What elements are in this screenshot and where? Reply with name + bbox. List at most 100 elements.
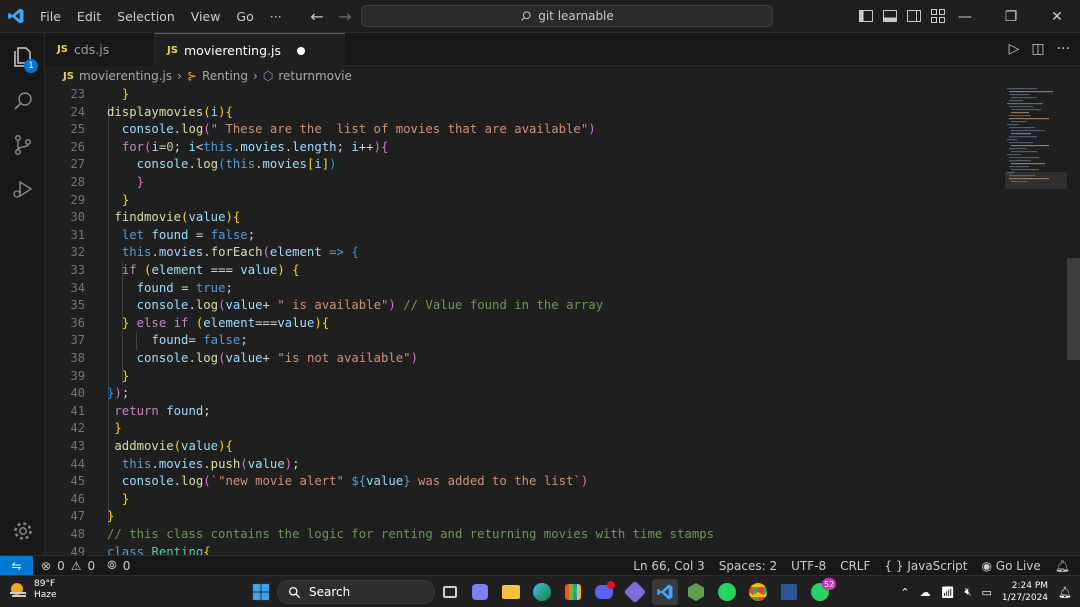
breadcrumb-class[interactable]: Renting (202, 69, 248, 83)
menu-file[interactable]: File (32, 0, 69, 33)
line-number: 24 (70, 104, 85, 119)
javascript-file-icon: JS (63, 70, 74, 82)
vertical-scrollbar[interactable] (1067, 86, 1080, 555)
weather-widget[interactable]: 89°F Haze (8, 579, 57, 601)
unsaved-dot-icon[interactable] (297, 46, 305, 55)
menu-selection[interactable]: Selection (109, 0, 183, 33)
command-center-search[interactable]: git learnable (361, 5, 773, 27)
menu-view[interactable]: View (183, 0, 229, 33)
split-editor-icon[interactable]: ◫ (1031, 41, 1044, 57)
search-icon (288, 586, 301, 598)
vscode-taskbar-app[interactable] (652, 579, 678, 605)
menu-edit[interactable]: Edit (69, 0, 109, 33)
toggle-panel-icon[interactable] (882, 8, 898, 24)
task-view-icon (443, 586, 457, 598)
error-count: 0 (57, 558, 65, 573)
search-icon (13, 92, 32, 110)
nodejs-app[interactable] (683, 579, 709, 605)
taskbar-search[interactable]: Search (277, 580, 435, 604)
scrollbar-thumb[interactable] (1067, 258, 1080, 360)
go-live-button[interactable]: ◉ Go Live (981, 559, 1040, 573)
run-debug-button[interactable] (0, 167, 45, 211)
notifications-bell-icon[interactable]: 🔔︎ (1055, 559, 1070, 573)
meet-app[interactable] (467, 579, 493, 605)
indentation[interactable]: Spaces: 2 (719, 559, 777, 573)
layout-controls (858, 8, 946, 24)
explorer-badge: 1 (24, 59, 38, 73)
cursor-position[interactable]: Ln 66, Col 3 (633, 559, 705, 573)
minimize-icon[interactable]: — (942, 0, 988, 33)
tab-label: cds.js (73, 42, 110, 57)
run-file-icon[interactable]: ▷ (1009, 41, 1020, 57)
encoding[interactable]: UTF-8 (791, 559, 826, 573)
line-number: 23 (70, 87, 85, 101)
clock-time: 2:24 PM (1011, 581, 1049, 591)
back-arrow-icon[interactable]: ← (308, 7, 326, 26)
dev-app[interactable] (622, 579, 648, 605)
start-button[interactable] (248, 579, 274, 605)
file-explorer-app[interactable] (498, 579, 524, 605)
minimap[interactable] (1005, 86, 1067, 555)
line-number: 41 (70, 403, 85, 418)
close-icon[interactable]: ✕ (1034, 0, 1080, 33)
manage-button[interactable] (0, 509, 45, 553)
spotify-app[interactable] (714, 579, 740, 605)
restore-icon[interactable]: ❐ (988, 0, 1034, 33)
chevron-right-icon: › (177, 69, 182, 83)
task-view-button[interactable] (437, 579, 463, 605)
clock-date: 1/27/2024 (1001, 593, 1049, 603)
search-view-button[interactable] (0, 79, 45, 123)
code-line: }); (107, 386, 130, 401)
breadcrumb-method[interactable]: returnmovie (278, 69, 352, 83)
source-control-button[interactable] (0, 123, 45, 167)
code-line: console.log(this.movies[i]) (136, 157, 337, 172)
javascript-file-icon: JS (167, 45, 178, 56)
method-symbol-icon: ⬡ (262, 69, 274, 83)
show-hidden-icons-icon[interactable]: ⌃ (900, 586, 909, 599)
breadcrumb: JS movierenting.js › ⊱ Renting › ⬡ retur… (45, 66, 1080, 86)
clock[interactable]: 2:24 PM 1/27/2024 (1002, 580, 1048, 604)
vscode-logo-icon[interactable] (0, 0, 32, 33)
code-line: console.log(value+ " is available") // V… (136, 298, 604, 313)
more-actions-icon[interactable]: ··· (1057, 41, 1070, 57)
network-devices-icon[interactable]: ☁ (920, 586, 931, 599)
tab-cds-js[interactable]: JS cds.js (45, 33, 155, 66)
tab-label: movierenting.js (183, 43, 281, 58)
edge-app[interactable] (529, 579, 555, 605)
javascript-file-icon: JS (57, 44, 68, 55)
explorer-button[interactable]: 1 (0, 35, 45, 79)
code-line: for(i=0; i<this.movies.length; i++){ (121, 139, 389, 154)
code-line: } (121, 491, 130, 506)
menu-more[interactable]: ··· (262, 0, 290, 33)
store-app[interactable] (560, 579, 586, 605)
whatsapp-app[interactable]: 52 (807, 578, 837, 605)
class-symbol-icon: ⊱ (186, 69, 197, 83)
menu-go[interactable]: Go (228, 0, 261, 33)
go-live-label: Go Live (995, 559, 1041, 573)
breadcrumb-file[interactable]: movierenting.js (79, 69, 172, 83)
tab-movierenting-js[interactable]: JS movierenting.js (155, 33, 345, 67)
word-app[interactable] (776, 579, 802, 605)
code-lines[interactable]: } displaymovies(i){ console.log(" These … (107, 86, 1007, 555)
remote-indicator-icon[interactable]: ⇋ (0, 555, 33, 576)
discord-app[interactable] (591, 579, 617, 605)
node-hexagon-icon (688, 583, 704, 601)
source-control-icon (14, 134, 31, 156)
line-number: 33 (70, 263, 85, 277)
line-number: 30 (70, 210, 85, 225)
toggle-primary-sidebar-icon[interactable] (858, 8, 874, 24)
wifi-icon[interactable]: 📶︎ (941, 586, 955, 599)
code-line: } else if (element===value){ (121, 315, 330, 330)
battery-icon[interactable]: ▭ (981, 586, 991, 599)
line-number-gutter: 23 24 25 26 27 28 29 30 31 32 33 34 35 3… (45, 86, 93, 555)
notifications-icon[interactable]: 🔔︎ (1058, 586, 1072, 599)
code-editor[interactable]: 23 24 25 26 27 28 29 30 31 32 33 34 35 3… (45, 86, 1080, 555)
speaker-muted-icon[interactable]: 🔇︎ (965, 585, 972, 599)
problems-indicator[interactable]: ⊗ 0 ⚠ 0 ⦾ 0 (33, 558, 130, 573)
chrome-app[interactable] (745, 579, 771, 605)
toggle-secondary-sidebar-icon[interactable] (906, 8, 922, 24)
language-mode[interactable]: { } JavaScript (884, 559, 967, 573)
forward-arrow-icon[interactable]: → (336, 7, 354, 26)
taskbar-search-label: Search (309, 585, 351, 599)
line-endings[interactable]: CRLF (840, 559, 870, 573)
